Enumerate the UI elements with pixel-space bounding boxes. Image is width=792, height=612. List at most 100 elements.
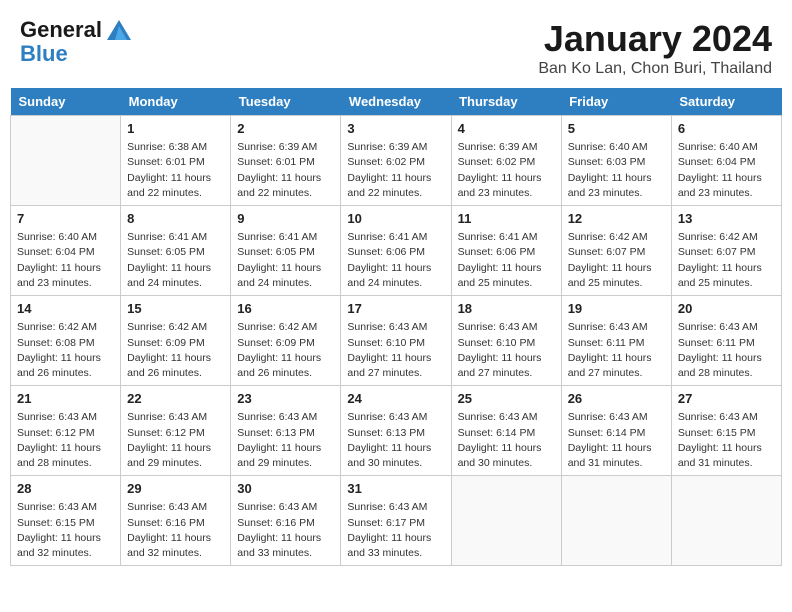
day-info: Sunrise: 6:42 AM Sunset: 6:09 PM Dayligh… — [127, 320, 224, 381]
logo-blue: Blue — [20, 42, 133, 66]
day-info: Sunrise: 6:41 AM Sunset: 6:06 PM Dayligh… — [458, 230, 555, 291]
calendar-cell — [451, 476, 561, 566]
day-number: 25 — [458, 390, 555, 408]
day-number: 4 — [458, 120, 555, 138]
week-row-4: 21 Sunrise: 6:43 AM Sunset: 6:12 PM Dayli… — [11, 386, 782, 476]
day-number: 3 — [347, 120, 444, 138]
calendar-cell: 6 Sunrise: 6:40 AM Sunset: 6:04 PM Daylig… — [671, 116, 781, 206]
day-info: Sunrise: 6:39 AM Sunset: 6:02 PM Dayligh… — [458, 140, 555, 201]
calendar-cell: 16 Sunrise: 6:42 AM Sunset: 6:09 PM Dayli… — [231, 296, 341, 386]
week-row-5: 28Sunrise: 6:43 AM Sunset: 6:15 PM Dayli… — [11, 476, 782, 566]
header-friday: Friday — [561, 88, 671, 116]
day-number: 28 — [17, 480, 114, 498]
day-info: Sunrise: 6:40 AM Sunset: 6:04 PM Dayligh… — [678, 140, 775, 201]
day-number: 7 — [17, 210, 114, 228]
day-info: Sunrise: 6:42 AM Sunset: 6:09 PM Dayligh… — [237, 320, 334, 381]
day-info: Sunrise: 6:41 AM Sunset: 6:05 PM Dayligh… — [127, 230, 224, 291]
day-number: 15 — [127, 300, 224, 318]
calendar-cell: 31Sunrise: 6:43 AM Sunset: 6:17 PM Dayli… — [341, 476, 451, 566]
day-info: Sunrise: 6:43 AM Sunset: 6:12 PM Dayligh… — [17, 410, 114, 471]
week-row-3: 14 Sunrise: 6:42 AM Sunset: 6:08 PM Dayli… — [11, 296, 782, 386]
header-saturday: Saturday — [671, 88, 781, 116]
calendar-cell: 14 Sunrise: 6:42 AM Sunset: 6:08 PM Dayli… — [11, 296, 121, 386]
day-info: Sunrise: 6:39 AM Sunset: 6:01 PM Dayligh… — [237, 140, 334, 201]
day-number: 11 — [458, 210, 555, 228]
day-number: 27 — [678, 390, 775, 408]
header-wednesday: Wednesday — [341, 88, 451, 116]
calendar-cell: 15 Sunrise: 6:42 AM Sunset: 6:09 PM Dayli… — [121, 296, 231, 386]
day-number: 20 — [678, 300, 775, 318]
calendar-cell — [671, 476, 781, 566]
calendar-cell: 12 Sunrise: 6:42 AM Sunset: 6:07 PM Dayli… — [561, 206, 671, 296]
day-info: Sunrise: 6:39 AM Sunset: 6:02 PM Dayligh… — [347, 140, 444, 201]
calendar-title: January 2024 — [538, 18, 772, 60]
day-number: 2 — [237, 120, 334, 138]
day-number: 8 — [127, 210, 224, 228]
day-info: Sunrise: 6:43 AM Sunset: 6:10 PM Dayligh… — [458, 320, 555, 381]
day-info: Sunrise: 6:43 AM Sunset: 6:11 PM Dayligh… — [568, 320, 665, 381]
day-info: Sunrise: 6:38 AM Sunset: 6:01 PM Dayligh… — [127, 140, 224, 201]
day-number: 12 — [568, 210, 665, 228]
calendar-cell: 9 Sunrise: 6:41 AM Sunset: 6:05 PM Daylig… — [231, 206, 341, 296]
page-header: General Blue January 2024 Ban Ko Lan, Ch… — [10, 10, 782, 82]
day-number: 23 — [237, 390, 334, 408]
week-row-1: 1 Sunrise: 6:38 AM Sunset: 6:01 PM Daylig… — [11, 116, 782, 206]
day-number: 24 — [347, 390, 444, 408]
day-number: 22 — [127, 390, 224, 408]
calendar-cell: 17 Sunrise: 6:43 AM Sunset: 6:10 PM Dayli… — [341, 296, 451, 386]
calendar-cell: 30Sunrise: 6:43 AM Sunset: 6:16 PM Dayli… — [231, 476, 341, 566]
calendar-cell: 2 Sunrise: 6:39 AM Sunset: 6:01 PM Daylig… — [231, 116, 341, 206]
title-block: January 2024 Ban Ko Lan, Chon Buri, Thai… — [538, 18, 772, 78]
day-info: Sunrise: 6:43 AM Sunset: 6:15 PM Dayligh… — [678, 410, 775, 471]
day-info: Sunrise: 6:40 AM Sunset: 6:04 PM Dayligh… — [17, 230, 114, 291]
day-info: Sunrise: 6:43 AM Sunset: 6:10 PM Dayligh… — [347, 320, 444, 381]
day-info: Sunrise: 6:42 AM Sunset: 6:07 PM Dayligh… — [678, 230, 775, 291]
calendar-cell: 21 Sunrise: 6:43 AM Sunset: 6:12 PM Dayli… — [11, 386, 121, 476]
day-info: Sunrise: 6:43 AM Sunset: 6:16 PM Dayligh… — [127, 500, 224, 561]
day-number: 29 — [127, 480, 224, 498]
calendar-cell: 23Sunrise: 6:43 AM Sunset: 6:13 PM Dayli… — [231, 386, 341, 476]
day-info: Sunrise: 6:41 AM Sunset: 6:05 PM Dayligh… — [237, 230, 334, 291]
header-tuesday: Tuesday — [231, 88, 341, 116]
day-info: Sunrise: 6:43 AM Sunset: 6:11 PM Dayligh… — [678, 320, 775, 381]
logo-icon — [105, 18, 133, 44]
calendar-cell: 3 Sunrise: 6:39 AM Sunset: 6:02 PM Daylig… — [341, 116, 451, 206]
calendar-cell: 1 Sunrise: 6:38 AM Sunset: 6:01 PM Daylig… — [121, 116, 231, 206]
day-number: 16 — [237, 300, 334, 318]
day-number: 21 — [17, 390, 114, 408]
day-number: 6 — [678, 120, 775, 138]
calendar-cell: 27 Sunrise: 6:43 AM Sunset: 6:15 PM Dayli… — [671, 386, 781, 476]
calendar-cell: 13 Sunrise: 6:42 AM Sunset: 6:07 PM Dayli… — [671, 206, 781, 296]
day-number: 13 — [678, 210, 775, 228]
day-number: 1 — [127, 120, 224, 138]
day-info: Sunrise: 6:42 AM Sunset: 6:07 PM Dayligh… — [568, 230, 665, 291]
calendar-cell — [561, 476, 671, 566]
calendar-cell: 26 Sunrise: 6:43 AM Sunset: 6:14 PM Dayli… — [561, 386, 671, 476]
day-number: 10 — [347, 210, 444, 228]
header-thursday: Thursday — [451, 88, 561, 116]
day-number: 9 — [237, 210, 334, 228]
day-info: Sunrise: 6:43 AM Sunset: 6:13 PM Dayligh… — [347, 410, 444, 471]
day-info: Sunrise: 6:42 AM Sunset: 6:08 PM Dayligh… — [17, 320, 114, 381]
calendar-cell: 24 Sunrise: 6:43 AM Sunset: 6:13 PM Dayli… — [341, 386, 451, 476]
calendar-cell: 8 Sunrise: 6:41 AM Sunset: 6:05 PM Daylig… — [121, 206, 231, 296]
day-number: 5 — [568, 120, 665, 138]
day-info: Sunrise: 6:41 AM Sunset: 6:06 PM Dayligh… — [347, 230, 444, 291]
day-number: 19 — [568, 300, 665, 318]
day-number: 14 — [17, 300, 114, 318]
calendar-cell: 28Sunrise: 6:43 AM Sunset: 6:15 PM Dayli… — [11, 476, 121, 566]
header-monday: Monday — [121, 88, 231, 116]
day-info: Sunrise: 6:43 AM Sunset: 6:16 PM Dayligh… — [237, 500, 334, 561]
day-number: 17 — [347, 300, 444, 318]
day-info: Sunrise: 6:43 AM Sunset: 6:14 PM Dayligh… — [458, 410, 555, 471]
calendar-cell — [11, 116, 121, 206]
day-info: Sunrise: 6:43 AM Sunset: 6:14 PM Dayligh… — [568, 410, 665, 471]
calendar-table: SundayMondayTuesdayWednesdayThursdayFrid… — [10, 88, 782, 566]
logo: General Blue — [20, 18, 133, 66]
calendar-cell: 4 Sunrise: 6:39 AM Sunset: 6:02 PM Daylig… — [451, 116, 561, 206]
day-number: 18 — [458, 300, 555, 318]
calendar-subtitle: Ban Ko Lan, Chon Buri, Thailand — [538, 60, 772, 78]
calendar-header-row: SundayMondayTuesdayWednesdayThursdayFrid… — [11, 88, 782, 116]
day-number: 26 — [568, 390, 665, 408]
calendar-cell: 18 Sunrise: 6:43 AM Sunset: 6:10 PM Dayli… — [451, 296, 561, 386]
